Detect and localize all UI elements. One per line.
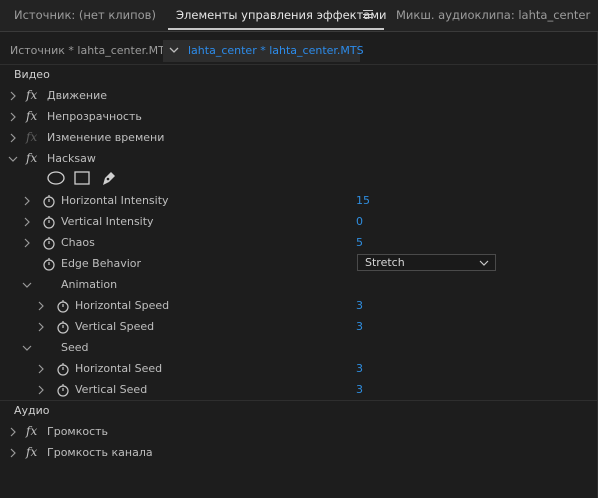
edge-behavior-value: Stretch xyxy=(365,256,405,269)
sequence-clip-tab[interactable]: lahta_center * lahta_center.MTS xyxy=(163,40,364,62)
stopwatch-icon[interactable] xyxy=(56,383,70,397)
chevron-right-icon[interactable] xyxy=(8,111,18,123)
fx-icon[interactable]: fx xyxy=(26,424,37,438)
tab-audio-clip-mixer[interactable]: Микш. аудиоклипа: lahta_center xyxy=(396,8,590,22)
stopwatch-icon[interactable] xyxy=(42,236,56,250)
chevron-right-icon[interactable] xyxy=(36,300,46,312)
effect-label-motion: Движение xyxy=(47,89,108,102)
rectangle-mask-icon[interactable] xyxy=(73,170,91,186)
tab-effect-controls[interactable]: Элементы управления эффектами xyxy=(176,8,387,22)
stopwatch-icon[interactable] xyxy=(56,362,70,376)
group-label-animation: Animation xyxy=(61,278,118,291)
param-value-horizontal-intensity[interactable]: 15 xyxy=(356,194,370,207)
effect-label-hacksaw: Hacksaw xyxy=(47,152,96,165)
param-value-vertical-seed[interactable]: 3 xyxy=(356,383,363,396)
effect-label-opacity: Непрозрачность xyxy=(47,110,142,123)
chevron-down-icon[interactable] xyxy=(22,342,32,354)
panel-menu-icon[interactable] xyxy=(363,10,373,18)
audio-section-header: Аудио xyxy=(0,401,598,422)
param-row-horizontal-intensity: Horizontal Intensity 15 xyxy=(0,191,598,212)
effect-label-channel-volume: Громкость канала xyxy=(47,446,153,459)
param-value-horizontal-seed[interactable]: 3 xyxy=(356,362,363,375)
stopwatch-icon[interactable] xyxy=(42,194,56,208)
effect-label-time-remap: Изменение времени xyxy=(47,131,165,144)
fx-icon[interactable]: fx xyxy=(26,445,37,459)
effect-row-hacksaw[interactable]: fx Hacksaw xyxy=(0,149,598,170)
chevron-right-icon[interactable] xyxy=(22,216,32,228)
param-row-vertical-speed: Vertical Speed 3 xyxy=(0,317,598,338)
active-tab-indicator xyxy=(168,28,384,30)
param-row-horizontal-speed: Horizontal Speed 3 xyxy=(0,296,598,317)
clip-selector-bar: Источник * lahta_center.MTS lahta_center… xyxy=(0,40,598,62)
tab-source[interactable]: Источник: (нет клипов) xyxy=(14,8,156,22)
param-label: Horizontal Seed xyxy=(75,362,163,375)
stopwatch-icon[interactable] xyxy=(42,215,56,229)
chevron-down-icon[interactable] xyxy=(22,279,32,291)
param-label: Vertical Speed xyxy=(75,320,155,333)
group-row-seed[interactable]: Seed xyxy=(0,338,598,359)
chevron-right-icon[interactable] xyxy=(8,447,18,459)
param-row-edge-behavior: Edge Behavior xyxy=(0,254,598,275)
param-label: Vertical Seed xyxy=(75,383,148,396)
param-row-chaos: Chaos 5 xyxy=(0,233,598,254)
chevron-right-icon[interactable] xyxy=(36,321,46,333)
group-label-seed: Seed xyxy=(61,341,89,354)
effect-row-time-remap[interactable]: fx Изменение времени xyxy=(0,128,598,149)
param-row-horizontal-seed: Horizontal Seed 3 xyxy=(0,359,598,380)
fx-icon[interactable]: fx xyxy=(26,109,37,123)
edge-behavior-dropdown[interactable]: Stretch xyxy=(357,254,496,271)
param-row-vertical-seed: Vertical Seed 3 xyxy=(0,380,598,401)
ellipse-mask-icon[interactable] xyxy=(46,170,66,186)
audio-section-label: Аудио xyxy=(14,404,50,417)
param-value-chaos[interactable]: 5 xyxy=(356,236,363,249)
stopwatch-icon[interactable] xyxy=(56,299,70,313)
effect-row-opacity[interactable]: fx Непрозрачность xyxy=(0,107,598,128)
chevron-down-icon[interactable] xyxy=(169,44,179,59)
param-row-vertical-intensity: Vertical Intensity 0 xyxy=(0,212,598,233)
sequence-clip-label[interactable]: lahta_center * lahta_center.MTS xyxy=(188,44,364,57)
chevron-down-icon[interactable] xyxy=(8,153,18,165)
video-section-header: Видео xyxy=(0,65,598,86)
effect-row-motion[interactable]: fx Движение xyxy=(0,86,598,107)
fx-icon[interactable]: fx xyxy=(26,88,37,102)
chevron-right-icon[interactable] xyxy=(8,132,18,144)
effect-row-volume[interactable]: fx Громкость xyxy=(0,422,598,443)
pen-mask-icon[interactable] xyxy=(100,169,118,187)
group-row-animation[interactable]: Animation xyxy=(0,275,598,296)
param-value-vertical-intensity[interactable]: 0 xyxy=(356,215,363,228)
effect-row-channel-volume[interactable]: fx Громкость канала xyxy=(0,443,598,464)
chevron-right-icon[interactable] xyxy=(36,384,46,396)
chevron-right-icon[interactable] xyxy=(8,90,18,102)
panel-tab-bar: Источник: (нет клипов) Элементы управлен… xyxy=(0,0,598,32)
chevron-right-icon[interactable] xyxy=(8,426,18,438)
param-label: Horizontal Speed xyxy=(75,299,170,312)
video-section-label: Видео xyxy=(14,68,50,81)
fx-icon[interactable]: fx xyxy=(26,151,37,165)
param-label: Vertical Intensity xyxy=(61,215,154,228)
chevron-right-icon[interactable] xyxy=(36,363,46,375)
chevron-right-icon[interactable] xyxy=(22,195,32,207)
chevron-right-icon[interactable] xyxy=(22,237,32,249)
param-label: Chaos xyxy=(61,236,95,249)
chevron-down-icon xyxy=(479,256,489,270)
source-clip-label[interactable]: Источник * lahta_center.MTS xyxy=(10,44,172,57)
stopwatch-icon[interactable] xyxy=(42,257,56,271)
effect-label-volume: Громкость xyxy=(47,425,109,438)
param-label: Horizontal Intensity xyxy=(61,194,169,207)
param-value-vertical-speed[interactable]: 3 xyxy=(356,320,363,333)
param-value-horizontal-speed[interactable]: 3 xyxy=(356,299,363,312)
fx-icon: fx xyxy=(26,130,38,144)
param-label: Edge Behavior xyxy=(61,257,142,270)
stopwatch-icon[interactable] xyxy=(56,320,70,334)
